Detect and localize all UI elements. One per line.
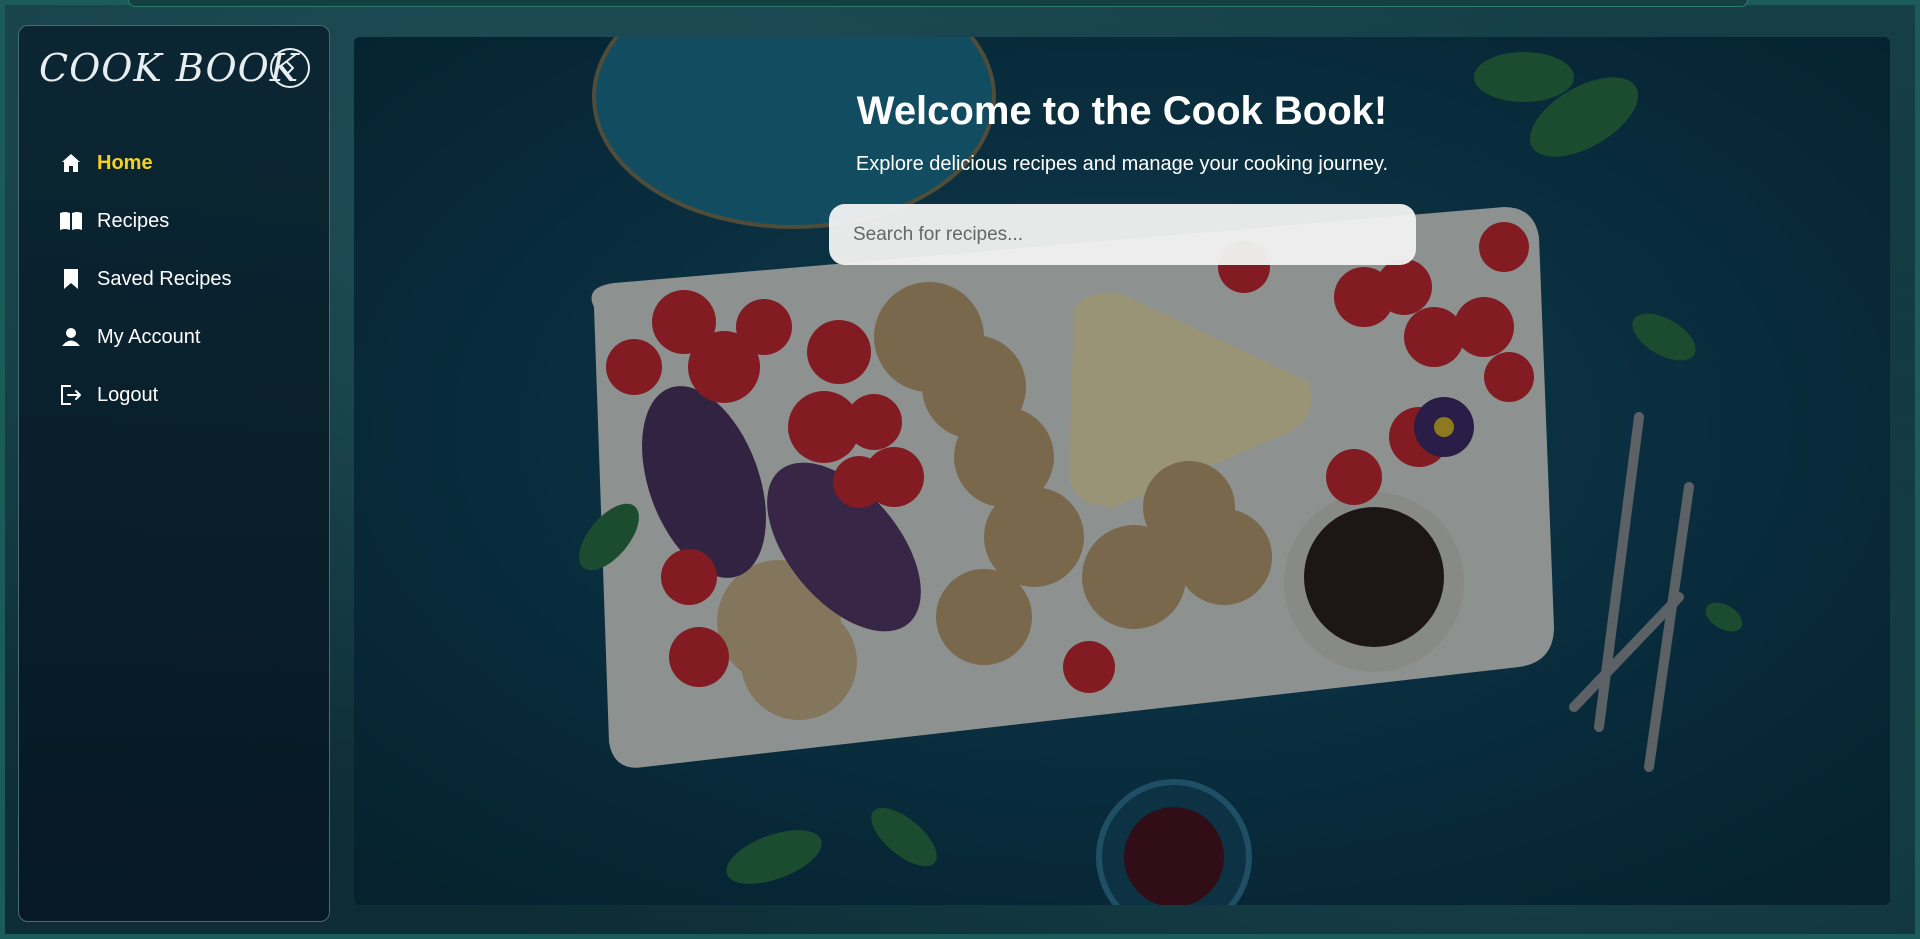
page-subtitle: Explore delicious recipes and manage you… <box>855 153 1389 175</box>
sidebar-item-home[interactable]: Home <box>59 134 319 192</box>
sidebar-item-label: My Account <box>97 325 201 348</box>
sidebar-nav: Home Recipes Saved Recipes My Account Lo… <box>59 134 319 424</box>
sidebar-item-logout[interactable]: Logout <box>59 366 319 424</box>
sidebar-item-recipes[interactable]: Recipes <box>59 192 319 250</box>
search-input[interactable] <box>829 204 1416 265</box>
hero-section: Welcome to the Cook Book! Explore delici… <box>354 37 1890 905</box>
brand-logo: COOK BOOK <box>39 46 300 90</box>
book-open-icon <box>59 209 83 233</box>
sidebar-item-label: Home <box>97 151 153 174</box>
page-title: Welcome to the Cook Book! <box>856 89 1388 133</box>
user-icon <box>59 325 83 349</box>
sidebar-item-my-account[interactable]: My Account <box>59 308 319 366</box>
sidebar-item-label: Logout <box>97 383 159 406</box>
bookmark-icon <box>59 267 83 291</box>
logout-icon <box>59 383 83 407</box>
home-icon <box>59 151 83 175</box>
chevron-right-icon <box>286 61 294 75</box>
sidebar-item-label: Saved Recipes <box>97 267 232 290</box>
sidebar-toggle-button[interactable] <box>270 48 310 88</box>
sidebar-item-label: Recipes <box>97 209 170 232</box>
sidebar-item-saved-recipes[interactable]: Saved Recipes <box>59 250 319 308</box>
top-bar <box>128 0 1748 7</box>
sidebar: COOK BOOK Home Recipes Saved Recipes My … <box>18 25 330 922</box>
